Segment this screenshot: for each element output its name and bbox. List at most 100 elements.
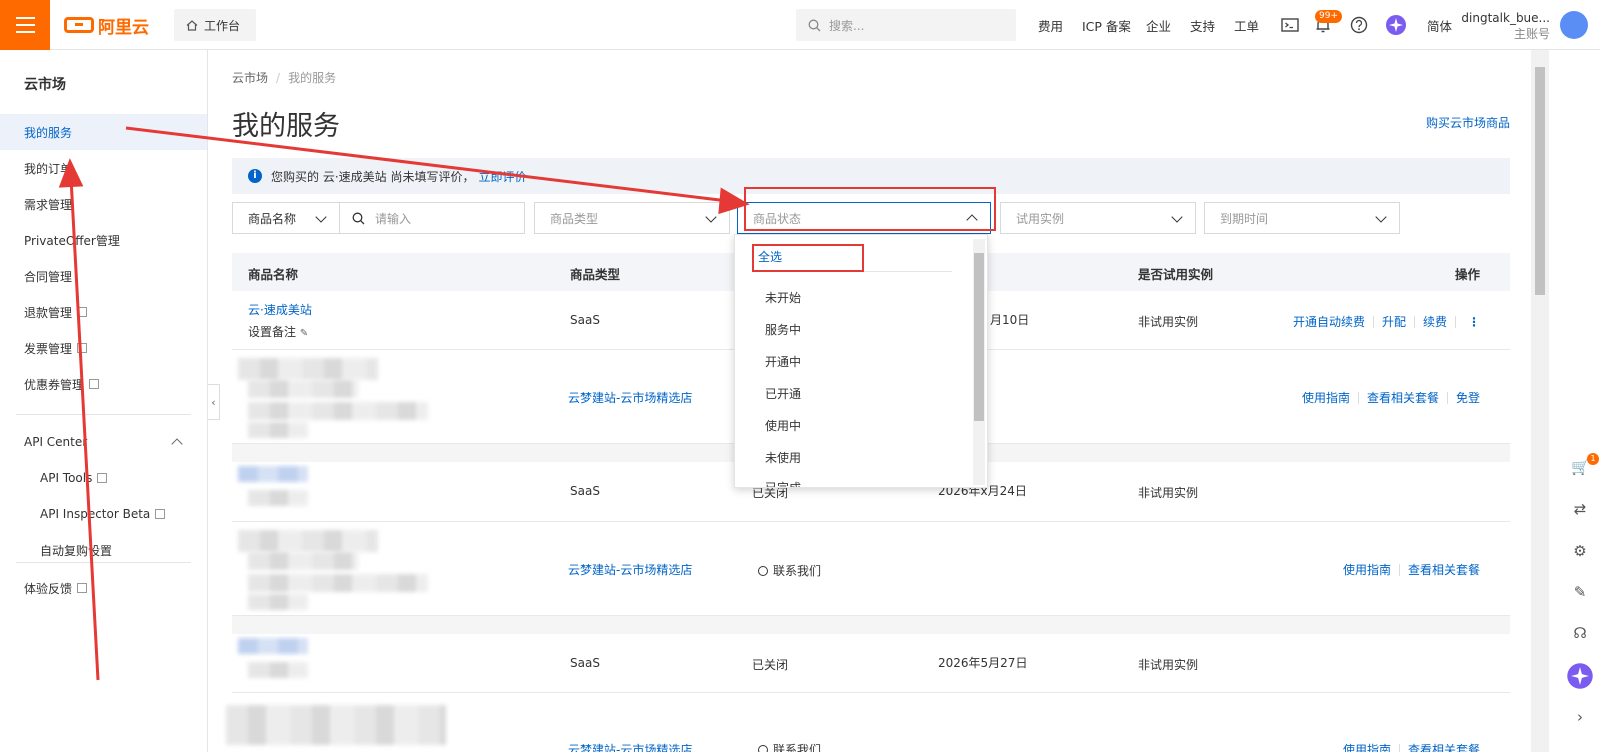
- status-option[interactable]: 开通中: [765, 353, 801, 370]
- chevron-down-icon: [1171, 211, 1183, 223]
- view-packages-button[interactable]: 查看相关套餐: [1408, 741, 1480, 752]
- account-type: 主账号: [1513, 27, 1550, 41]
- edit-icon: ✎: [299, 328, 309, 339]
- sidebar-item-feedback[interactable]: 体验反馈: [0, 570, 207, 606]
- search-icon: [352, 212, 365, 224]
- search-input[interactable]: 搜索...: [796, 9, 1016, 41]
- ai-assistant-icon[interactable]: [1566, 662, 1594, 690]
- column-header-trial: 是否试用实例: [1138, 267, 1214, 282]
- renew-button[interactable]: 续费: [1423, 313, 1447, 330]
- status-option[interactable]: 已开通: [765, 385, 801, 402]
- breadcrumb-current: 我的服务: [288, 71, 337, 85]
- sidebar-divider: [16, 414, 191, 415]
- username: dingtalk_bue...: [1461, 11, 1550, 25]
- sidebar-item-refunds[interactable]: 退款管理: [0, 294, 207, 330]
- review-now-link[interactable]: 立即评价: [478, 168, 526, 185]
- sidebar-item-label: API Inspector Beta: [40, 507, 151, 521]
- contact-us-button[interactable]: 联系我们: [758, 741, 821, 752]
- external-link-icon: [155, 509, 166, 519]
- chevron-right-icon[interactable]: ›: [1571, 708, 1589, 726]
- guide-button[interactable]: 使用指南: [1343, 741, 1391, 752]
- sidebar-group-label: API Center: [24, 435, 88, 449]
- expire-date: 2026年5月27日: [938, 656, 1028, 670]
- nav-enterprise[interactable]: 企业: [1146, 0, 1171, 50]
- workbench-button[interactable]: 工作台: [174, 9, 256, 41]
- status-option[interactable]: 使用中: [765, 417, 801, 434]
- expire-time-select[interactable]: 到期时间: [1204, 202, 1400, 234]
- user-account[interactable]: dingtalk_bue... 主账号: [1460, 10, 1550, 42]
- nav-ticket[interactable]: 工单: [1234, 0, 1259, 50]
- status-option[interactable]: 服务中: [765, 321, 801, 338]
- status-option[interactable]: 未开始: [765, 289, 801, 306]
- ai-assistant-icon[interactable]: [1385, 14, 1407, 36]
- service-status: 已关闭: [752, 658, 789, 672]
- sidebar-item-contracts[interactable]: 合同管理: [0, 258, 207, 294]
- sidebar-item-label: 合同管理: [24, 269, 73, 284]
- aliyun-logo[interactable]: 阿里云: [64, 14, 149, 38]
- external-link-icon: [97, 473, 108, 483]
- separator: [1455, 315, 1456, 328]
- separator: [1398, 743, 1400, 752]
- sidebar-item-api-tools[interactable]: API Tools: [0, 460, 207, 496]
- sidebar-item-label: 我的服务: [24, 125, 73, 140]
- headset-icon[interactable]: ☊: [1571, 624, 1589, 642]
- sidebar-item-my-orders[interactable]: 我的订单: [0, 150, 207, 186]
- status-option[interactable]: 未使用: [765, 449, 801, 466]
- nav-support[interactable]: 支持: [1190, 0, 1215, 50]
- transfer-icon[interactable]: ⇄: [1571, 500, 1589, 518]
- product-type-select[interactable]: 商品类型: [534, 202, 730, 234]
- nav-icp[interactable]: ICP 备案: [1082, 0, 1131, 50]
- redacted-content: [248, 380, 358, 398]
- product-type-link[interactable]: 云梦建站-云市场精选店: [568, 389, 692, 406]
- help-icon[interactable]: [1348, 14, 1370, 36]
- dropdown-scroll-thumb[interactable]: [974, 253, 984, 421]
- highlight-status-filter: [744, 187, 996, 231]
- contact-us-button[interactable]: 联系我们: [758, 562, 821, 579]
- sidebar-item-demand[interactable]: 需求管理: [0, 186, 207, 222]
- sidebar-item-label: 自动复购设置: [40, 543, 113, 558]
- separator: [1398, 563, 1400, 576]
- sidebar-item-private-offer[interactable]: PrivateOffer管理: [0, 222, 207, 258]
- more-icon[interactable]: ⋮: [1468, 315, 1480, 329]
- product-type-link[interactable]: 云梦建站-云市场精选店: [568, 741, 692, 752]
- buy-market-products-link[interactable]: 购买云市场商品: [1426, 114, 1510, 131]
- sidebar-item-coupons[interactable]: 优惠券管理: [0, 366, 207, 402]
- guide-button[interactable]: 使用指南: [1343, 561, 1391, 578]
- sidebar-item-invoices[interactable]: 发票管理: [0, 330, 207, 366]
- avatar[interactable]: [1560, 11, 1588, 39]
- column-header-name: 商品名称: [248, 267, 299, 282]
- product-type-link[interactable]: 云梦建站-云市场精选店: [568, 561, 692, 578]
- row-actions: 使用指南 查看相关套餐 免登: [1302, 389, 1480, 406]
- sidebar-collapse-button[interactable]: ‹: [208, 384, 220, 420]
- edit-icon[interactable]: ✎: [1571, 583, 1589, 601]
- status-option[interactable]: 已完成: [765, 479, 801, 487]
- sso-login-button[interactable]: 免登: [1456, 389, 1480, 406]
- sidebar-group-api-center[interactable]: API Center: [0, 424, 207, 460]
- language-switch[interactable]: 简体: [1427, 0, 1452, 50]
- nav-fees[interactable]: 费用: [1038, 0, 1063, 50]
- auto-renew-button[interactable]: 开通自动续费: [1293, 313, 1365, 330]
- name-field-select[interactable]: 商品名称: [232, 202, 340, 234]
- sidebar-item-my-services[interactable]: 我的服务: [0, 114, 207, 150]
- sidebar-item-label: 体验反馈: [24, 581, 73, 596]
- name-search-input[interactable]: 请输入: [339, 202, 525, 234]
- external-link-icon: [77, 307, 88, 317]
- page-scrollbar[interactable]: [1531, 50, 1549, 752]
- page-scroll-thumb[interactable]: [1535, 67, 1545, 295]
- set-note-button[interactable]: 设置备注 ✎: [248, 323, 308, 340]
- sidebar-item-api-inspector[interactable]: API Inspector Beta: [0, 496, 207, 532]
- view-packages-button[interactable]: 查看相关套餐: [1408, 561, 1480, 578]
- menu-icon[interactable]: [0, 0, 50, 50]
- gear-icon[interactable]: ⚙: [1571, 542, 1589, 560]
- trial-instance-select[interactable]: 试用实例: [1000, 202, 1196, 234]
- notice-text: 您购买的 云·速成美站 尚未填写评价，: [271, 169, 475, 184]
- redacted-content: [248, 662, 308, 678]
- terminal-icon[interactable]: [1279, 14, 1301, 36]
- view-packages-button[interactable]: 查看相关套餐: [1367, 389, 1439, 406]
- upgrade-button[interactable]: 升配: [1382, 313, 1406, 330]
- product-name-link[interactable]: 云·速成美站: [248, 301, 312, 318]
- notification-badge: 99+: [1315, 10, 1342, 23]
- breadcrumb-market[interactable]: 云市场: [232, 71, 268, 85]
- workbench-label: 工作台: [204, 18, 241, 33]
- guide-button[interactable]: 使用指南: [1302, 389, 1350, 406]
